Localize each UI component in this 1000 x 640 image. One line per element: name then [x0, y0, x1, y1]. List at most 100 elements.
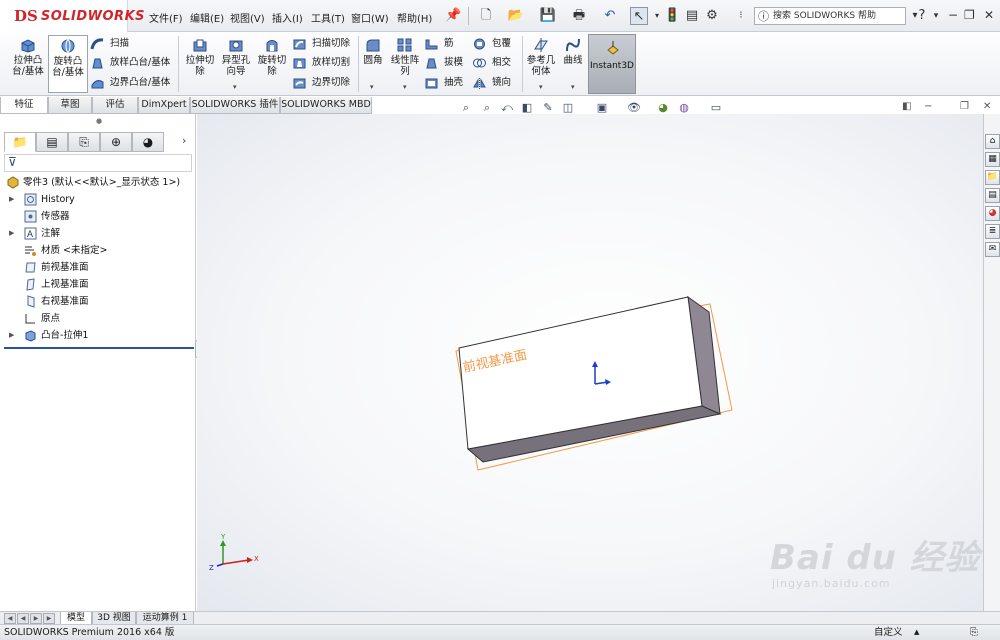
select-dropdown-icon[interactable]: ▾: [652, 7, 662, 25]
forum-icon[interactable]: ✉: [985, 242, 1000, 257]
edit-appearance-icon[interactable]: ◕: [655, 101, 671, 115]
tab-dimxpert[interactable]: DimXpert: [138, 97, 190, 114]
tab-sketch[interactable]: 草图: [48, 97, 92, 114]
fillet-button[interactable]: 圆角: [360, 35, 386, 66]
linear-pattern-button[interactable]: 线性阵列: [388, 35, 422, 77]
viewport-close-icon[interactable]: ✕: [983, 101, 991, 112]
file-properties-icon[interactable]: ▤: [684, 7, 700, 25]
rollback-bar[interactable]: [4, 347, 194, 349]
open-folder-icon[interactable]: 📂: [505, 7, 527, 25]
design-library-icon[interactable]: ▦: [985, 152, 1000, 167]
minimize-icon[interactable]: −: [948, 8, 958, 22]
prev-tab-icon[interactable]: ◀: [17, 613, 29, 624]
pattern-dropdown-icon[interactable]: ▾: [403, 83, 407, 91]
instant3d-button[interactable]: Instant3D: [588, 34, 636, 94]
propertymanager-tab-icon[interactable]: ▤: [36, 132, 68, 152]
save-icon[interactable]: 💾: [538, 7, 558, 25]
zoom-to-fit-icon[interactable]: ⌕: [458, 101, 474, 115]
help-dropdown-icon[interactable]: ▾: [931, 7, 941, 25]
restore-icon[interactable]: ❐: [964, 8, 975, 22]
expand-arrow-icon[interactable]: ▶: [9, 191, 14, 208]
tab-addins[interactable]: SOLIDWORKS 插件: [190, 97, 280, 114]
print-icon[interactable]: 🖶: [568, 7, 590, 25]
help-icon[interactable]: ?: [916, 7, 928, 25]
file-explorer-icon[interactable]: 📁: [985, 170, 1000, 185]
rib-button[interactable]: 筋: [424, 36, 454, 52]
close-icon[interactable]: ✕: [984, 8, 994, 22]
more-options-icon[interactable]: ⁝: [734, 7, 748, 25]
zoom-area-icon[interactable]: ⌕: [479, 101, 495, 115]
boundary-boss-button[interactable]: 边界凸台/基体: [90, 75, 170, 91]
options-gear-icon[interactable]: ⚙: [703, 7, 721, 25]
rebuild-icon[interactable]: 🚦: [664, 7, 680, 25]
viewport-restore-icon[interactable]: ❐: [960, 101, 969, 112]
featuremanager-tab-icon[interactable]: 📁: [4, 132, 36, 152]
menu-view[interactable]: 视图(V): [230, 10, 265, 25]
solidworks-logo[interactable]: DS SOLIDWORKS: [0, 0, 145, 32]
next-tab-icon[interactable]: ▶: [30, 613, 42, 624]
extrude-cut-button[interactable]: 拉伸切除: [182, 35, 218, 77]
feature-filter-input[interactable]: ⊽: [4, 154, 192, 172]
apply-scene-icon[interactable]: ◍: [676, 101, 692, 115]
tab-features[interactable]: 特征: [0, 97, 48, 114]
undo-icon[interactable]: ↶: [600, 7, 620, 25]
reference-geometry-button[interactable]: 参考几何体: [524, 35, 558, 77]
sweep-button[interactable]: 扫描: [90, 36, 129, 52]
fillet-dropdown-icon[interactable]: ▾: [370, 83, 374, 91]
first-tab-icon[interactable]: ◀: [4, 613, 16, 624]
curves-button[interactable]: 曲线: [560, 35, 586, 66]
panel-grip-icon[interactable]: ●: [96, 117, 102, 125]
appearances-icon[interactable]: ◕: [985, 206, 1000, 221]
last-tab-icon[interactable]: ▶: [43, 613, 55, 624]
expand-arrow-icon[interactable]: ▶: [9, 225, 14, 242]
intersect-button[interactable]: 相交: [472, 55, 511, 71]
mirror-button[interactable]: 镜向: [472, 75, 511, 91]
dimxpertmanager-tab-icon[interactable]: ⊕: [100, 132, 132, 152]
revolve-boss-button[interactable]: 旋转凸台/基体: [48, 35, 88, 93]
loft-boss-button[interactable]: 放样凸台/基体: [90, 55, 170, 71]
configurationmanager-tab-icon[interactable]: ⎘: [68, 132, 100, 152]
refgeom-dropdown-icon[interactable]: ▾: [539, 83, 543, 91]
wrap-button[interactable]: 包覆: [472, 36, 511, 52]
curves-dropdown-icon[interactable]: ▾: [571, 83, 575, 91]
custom-properties-icon[interactable]: ≣: [985, 224, 1000, 239]
draft-button[interactable]: 拔模: [424, 55, 463, 71]
swept-cut-button[interactable]: 扫描切除: [292, 36, 350, 52]
expand-arrow-icon[interactable]: ▶: [9, 327, 14, 344]
hide-show-items-icon[interactable]: 👁: [626, 101, 642, 115]
new-document-icon[interactable]: 🗋: [476, 7, 496, 25]
hole-wizard-button[interactable]: 异型孔向导: [218, 35, 254, 77]
panel-arrow-icon[interactable]: ›: [182, 134, 186, 147]
tab-mbd[interactable]: SOLIDWORKS MBD: [280, 97, 372, 114]
menu-help[interactable]: 帮助(H): [397, 10, 432, 25]
tab-evaluate[interactable]: 评估: [92, 97, 138, 114]
viewport-back-icon[interactable]: ◧: [902, 101, 911, 112]
dynamic-annotation-icon[interactable]: ✎: [540, 101, 556, 115]
section-view-icon[interactable]: ◧: [519, 101, 535, 115]
shell-button[interactable]: 抽壳: [424, 75, 463, 91]
select-pointer-icon[interactable]: ↖: [630, 7, 648, 25]
display-style-icon[interactable]: ▣: [594, 101, 610, 115]
view-palette-icon[interactable]: ▤: [985, 188, 1000, 203]
revolve-cut-button[interactable]: 旋转切除: [254, 35, 290, 77]
view-settings-icon[interactable]: ▭: [708, 101, 724, 115]
menu-file[interactable]: 文件(F): [149, 10, 183, 25]
lofted-cut-button[interactable]: 放样切割: [292, 55, 350, 71]
previous-view-icon[interactable]: ⤺: [499, 101, 515, 115]
solidworks-resources-icon[interactable]: ⌂: [985, 134, 1000, 149]
customize-dropdown-icon[interactable]: ▲: [914, 625, 919, 640]
menu-edit[interactable]: 编辑(E): [190, 10, 224, 25]
hole-dropdown-icon[interactable]: ▾: [233, 83, 237, 91]
menu-insert[interactable]: 插入(I): [272, 10, 303, 25]
boundary-cut-button[interactable]: 边界切除: [292, 75, 350, 91]
displaymanager-tab-icon[interactable]: ◕: [132, 132, 164, 152]
extrude-boss-button[interactable]: 拉伸凸台/基体: [8, 35, 48, 77]
pin-icon[interactable]: 📌: [445, 7, 461, 25]
menu-tools[interactable]: 工具(T): [311, 10, 345, 25]
status-info-icon[interactable]: ⎘: [970, 625, 978, 640]
customize-button[interactable]: 自定义: [874, 625, 903, 640]
search-input[interactable]: ⓘ 搜索 SOLIDWORKS 帮助: [754, 7, 906, 25]
view-orientation-icon[interactable]: ◫: [560, 101, 576, 115]
viewport-minimize-icon[interactable]: −: [924, 101, 932, 112]
menu-window[interactable]: 窗口(W): [351, 10, 389, 25]
